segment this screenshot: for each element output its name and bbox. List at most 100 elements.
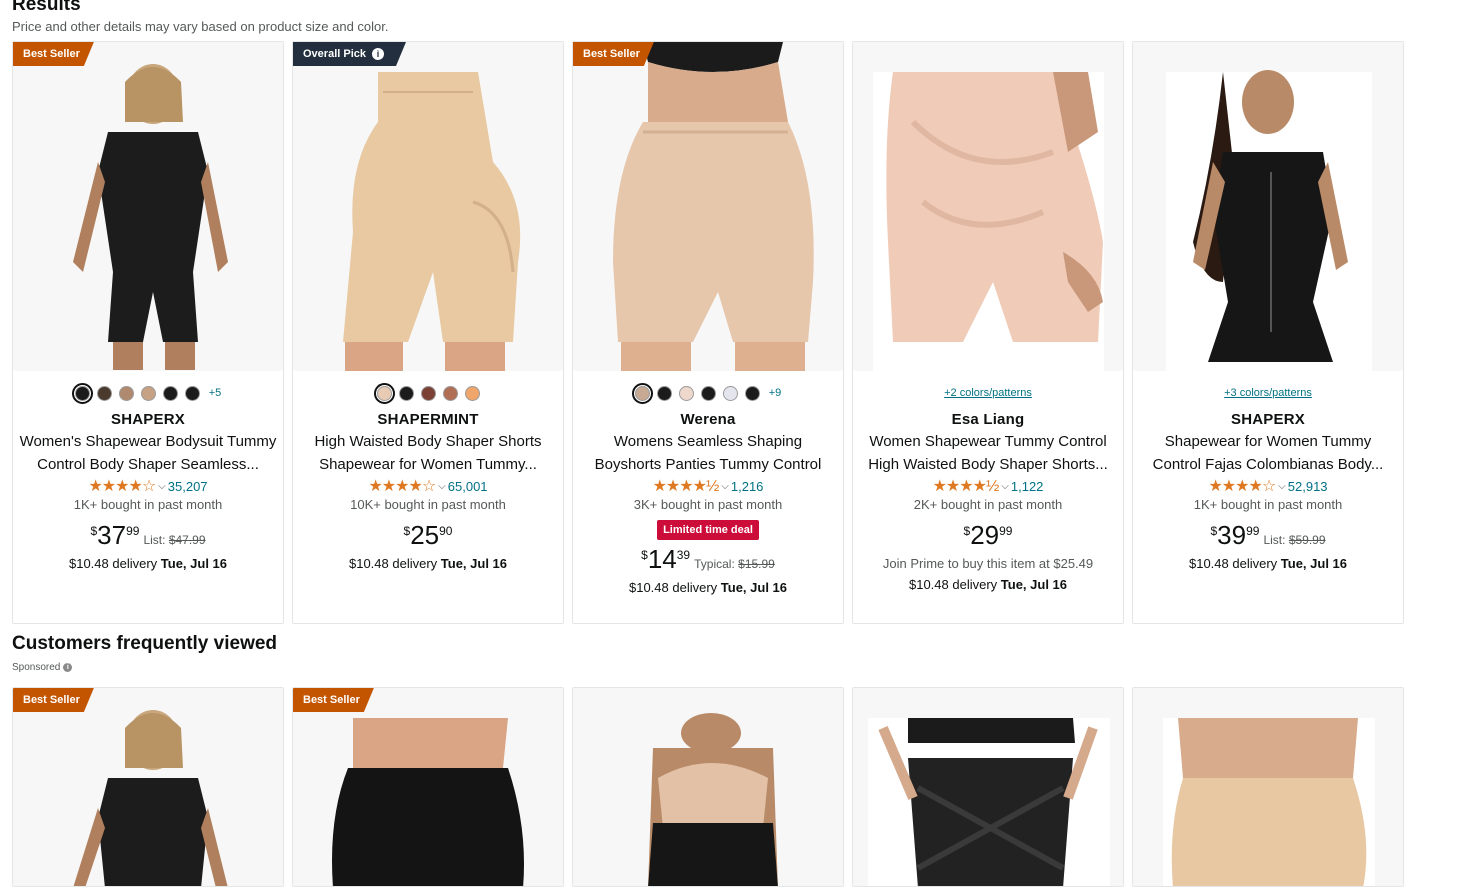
star-rating-icon[interactable]: ★★★★☆ bbox=[368, 476, 436, 496]
best-seller-badge: Best Seller bbox=[573, 42, 654, 66]
product-card[interactable]: Best Seller bbox=[292, 687, 564, 887]
star-rating-icon[interactable]: ★★★★½ bbox=[653, 476, 720, 496]
chevron-down-icon[interactable]: ⌵ bbox=[721, 481, 729, 492]
product-title[interactable]: Women Shapewear Tummy Control High Waist… bbox=[853, 430, 1123, 476]
color-swatch[interactable] bbox=[96, 385, 112, 401]
bought-count: 2K+ bought in past month bbox=[913, 497, 1063, 512]
delivery-date: Tue, Jul 16 bbox=[160, 556, 228, 571]
color-swatch[interactable] bbox=[398, 385, 414, 401]
product-image[interactable]: Best Seller bbox=[293, 688, 563, 886]
delivery-date: Tue, Jul 16 bbox=[1280, 556, 1348, 571]
chevron-down-icon[interactable]: ⌵ bbox=[158, 481, 166, 492]
product-card[interactable]: +3 colors/patterns SHAPERX Shapewear for… bbox=[1132, 41, 1404, 624]
review-count[interactable]: 1,216 bbox=[731, 479, 764, 494]
brand-name: SHAPERX bbox=[111, 411, 185, 428]
sponsored-text: Sponsored bbox=[12, 662, 61, 673]
product-title[interactable]: Womens Seamless Shaping Boyshorts Pantie… bbox=[573, 430, 843, 476]
price-whole: 14 bbox=[647, 544, 677, 574]
product-card[interactable] bbox=[572, 687, 844, 887]
product-image[interactable]: Best Seller bbox=[13, 42, 283, 371]
product-title[interactable]: High Waisted Body Shaper Shorts Shapewea… bbox=[293, 430, 563, 476]
color-swatch[interactable] bbox=[442, 385, 458, 401]
price[interactable]: $ 25 90 bbox=[404, 520, 453, 550]
prime-price-note: Join Prime to buy this item at $25.49 bbox=[882, 556, 1094, 571]
sponsored-label[interactable]: Sponsored i bbox=[12, 662, 73, 673]
rating[interactable]: ★★★★½ ⌵ 1,122 bbox=[853, 476, 1123, 496]
product-image[interactable]: Best Seller bbox=[13, 688, 283, 886]
list-price-value: $47.99 bbox=[168, 533, 206, 547]
product-card[interactable]: Best Seller +5 SHAPERX Women's Shapewear… bbox=[12, 41, 284, 624]
star-rating-icon[interactable]: ★★★★☆ bbox=[1208, 476, 1276, 496]
product-card[interactable]: Overall Pick i SHAPERMINT High Waisted B… bbox=[292, 41, 564, 624]
info-icon[interactable]: i bbox=[63, 663, 73, 672]
product-image[interactable]: Best Seller bbox=[573, 42, 843, 371]
rating[interactable]: ★★★★☆ ⌵ 35,207 bbox=[13, 476, 283, 496]
product-card[interactable]: Best Seller +9 Werena Womens Seamless Sh… bbox=[572, 41, 844, 624]
color-swatch[interactable] bbox=[656, 385, 672, 401]
typical-price: Typical: $15.99 bbox=[694, 557, 775, 571]
bought-count: 1K+ bought in past month bbox=[73, 497, 223, 512]
color-swatch[interactable] bbox=[184, 385, 200, 401]
product-image[interactable] bbox=[853, 42, 1123, 371]
review-count[interactable]: 35,207 bbox=[168, 479, 208, 494]
brand-name: SHAPERMINT bbox=[377, 411, 479, 428]
delivery-date: Tue, Jul 16 bbox=[1000, 577, 1068, 592]
color-swatch[interactable] bbox=[700, 385, 716, 401]
product-image[interactable] bbox=[1133, 42, 1403, 371]
typical-price-label: Typical: bbox=[694, 557, 735, 571]
product-card[interactable] bbox=[852, 687, 1124, 887]
overall-pick-badge[interactable]: Overall Pick i bbox=[293, 42, 406, 66]
product-image[interactable] bbox=[573, 688, 843, 886]
rating[interactable]: ★★★★☆ ⌵ 65,001 bbox=[293, 476, 563, 496]
price[interactable]: $ 29 99 bbox=[964, 520, 1013, 550]
product-card[interactable]: Best Seller bbox=[12, 687, 284, 887]
review-count[interactable]: 1,122 bbox=[1011, 479, 1044, 494]
more-colors-link[interactable]: +9 bbox=[769, 387, 782, 399]
color-swatches: +5 bbox=[13, 379, 283, 407]
star-rating-icon[interactable]: ★★★★☆ bbox=[88, 476, 156, 496]
review-count[interactable]: 65,001 bbox=[448, 479, 488, 494]
info-icon[interactable]: i bbox=[372, 48, 384, 60]
product-card[interactable] bbox=[1132, 687, 1404, 887]
color-swatch[interactable] bbox=[744, 385, 760, 401]
color-swatch[interactable] bbox=[118, 385, 134, 401]
product-image[interactable] bbox=[1133, 688, 1403, 886]
color-swatch[interactable] bbox=[464, 385, 480, 401]
product-title[interactable]: Women's Shapewear Bodysuit Tummy Control… bbox=[13, 430, 283, 476]
product-image[interactable]: Overall Pick i bbox=[293, 42, 563, 371]
rating[interactable]: ★★★★½ ⌵ 1,216 bbox=[573, 476, 843, 496]
typical-price-value: $15.99 bbox=[738, 557, 775, 571]
price-fraction: 99 bbox=[126, 524, 140, 538]
price-row: $ 39 99 List: $59.99 bbox=[1133, 520, 1403, 550]
color-swatch[interactable] bbox=[420, 385, 436, 401]
bought-count: 3K+ bought in past month bbox=[633, 497, 783, 512]
color-swatch[interactable] bbox=[71, 382, 93, 404]
price[interactable]: $ 14 39 bbox=[641, 544, 690, 574]
chevron-down-icon[interactable]: ⌵ bbox=[1278, 481, 1286, 492]
chevron-down-icon[interactable]: ⌵ bbox=[438, 481, 446, 492]
color-swatch[interactable] bbox=[140, 385, 156, 401]
color-swatch[interactable] bbox=[678, 385, 694, 401]
price[interactable]: $ 39 99 bbox=[1210, 520, 1259, 550]
price-symbol: $ bbox=[641, 548, 648, 562]
rating[interactable]: ★★★★☆ ⌵ 52,913 bbox=[1133, 476, 1403, 496]
results-heading: Results bbox=[12, 0, 81, 15]
price[interactable]: $ 37 99 bbox=[90, 520, 139, 550]
star-rating-icon[interactable]: ★★★★½ bbox=[933, 476, 1000, 496]
color-swatch[interactable] bbox=[162, 385, 178, 401]
more-colors-link[interactable]: +5 bbox=[209, 387, 222, 399]
more-colors-link[interactable]: +3 colors/patterns bbox=[1133, 379, 1403, 407]
product-image[interactable] bbox=[853, 688, 1123, 886]
brand-name: SHAPERX bbox=[1231, 411, 1305, 428]
product-title[interactable]: Shapewear for Women Tummy Control Fajas … bbox=[1133, 430, 1403, 476]
color-swatch[interactable] bbox=[722, 385, 738, 401]
brand-name: Esa Liang bbox=[951, 411, 1025, 428]
chevron-down-icon[interactable]: ⌵ bbox=[1001, 481, 1009, 492]
price-row: $ 25 90 bbox=[293, 520, 563, 550]
color-swatch[interactable] bbox=[373, 382, 395, 404]
more-colors-link[interactable]: +2 colors/patterns bbox=[853, 379, 1123, 407]
product-card[interactable]: +2 colors/patterns Esa Liang Women Shape… bbox=[852, 41, 1124, 624]
review-count[interactable]: 52,913 bbox=[1288, 479, 1328, 494]
price-whole: 25 bbox=[410, 520, 440, 550]
color-swatch[interactable] bbox=[631, 382, 653, 404]
